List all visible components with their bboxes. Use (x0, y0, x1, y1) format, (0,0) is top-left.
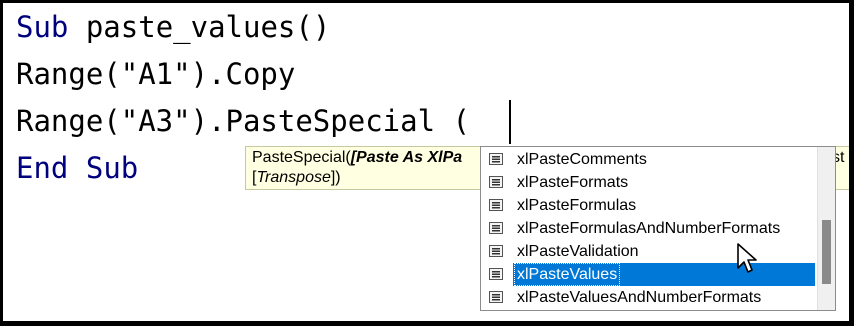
tooltip-method-name: PasteSpecial( (252, 149, 351, 166)
sub-signature: paste_values() (68, 10, 331, 44)
keyword-end: End (16, 151, 69, 185)
autocomplete-item[interactable]: xlPasteFormulas (481, 194, 817, 217)
code-line-3[interactable]: Range("A3").PasteSpecial ( (16, 98, 470, 144)
code-line-4[interactable]: End Sub (16, 145, 138, 191)
autocomplete-item-label: xlPasteFormulasAndNumberFormats (517, 220, 781, 237)
autocomplete-item-label: xlPasteValuesAndNumberFormats (517, 289, 762, 306)
autocomplete-scrollbar[interactable] (817, 147, 835, 310)
enum-member-icon (489, 153, 503, 165)
autocomplete-list[interactable]: xlPasteComments xlPasteFormats xlPasteForm… (480, 146, 836, 311)
autocomplete-item[interactable]: xlPasteFormulasAndNumberFormats (481, 217, 817, 240)
autocomplete-item[interactable]: xlPasteValues (481, 263, 817, 286)
autocomplete-item[interactable]: xlPasteFormats (481, 171, 817, 194)
keyword-sub: Sub (16, 10, 69, 44)
autocomplete-item[interactable]: xlPasteValidation (481, 240, 817, 263)
enum-member-icon (489, 199, 503, 211)
autocomplete-item[interactable]: xlPasteComments (481, 148, 817, 171)
keyword-sub-end: Sub (85, 151, 139, 185)
enum-member-icon (489, 176, 503, 188)
code-line-2[interactable]: Range("A1").Copy (16, 51, 295, 97)
scrollbar-thumb[interactable] (822, 220, 831, 284)
autocomplete-item-label: xlPasteValidation (517, 243, 639, 260)
enum-member-icon (489, 245, 503, 257)
text-caret (509, 100, 511, 144)
autocomplete-item-label: xlPasteComments (517, 151, 647, 168)
autocomplete-item-label: xlPasteValues (513, 263, 621, 286)
autocomplete-item-label: xlPasteFormats (517, 174, 629, 191)
enum-member-icon (489, 268, 503, 280)
vba-code-editor[interactable]: Sub paste_values() Range("A1").Copy Rang… (3, 3, 849, 321)
tooltip-param-transpose: Transpose (256, 169, 331, 186)
enum-member-icon (489, 291, 503, 303)
autocomplete-item-label: xlPasteFormulas (517, 197, 637, 214)
code-line-1[interactable]: Sub paste_values() (16, 4, 330, 50)
tooltip-current-param: [Paste As XlPa (350, 149, 463, 166)
enum-member-icon (489, 222, 503, 234)
mouse-pointer-icon (737, 243, 757, 273)
autocomplete-item[interactable]: xlPasteValuesAndNumberFormats (481, 286, 817, 309)
